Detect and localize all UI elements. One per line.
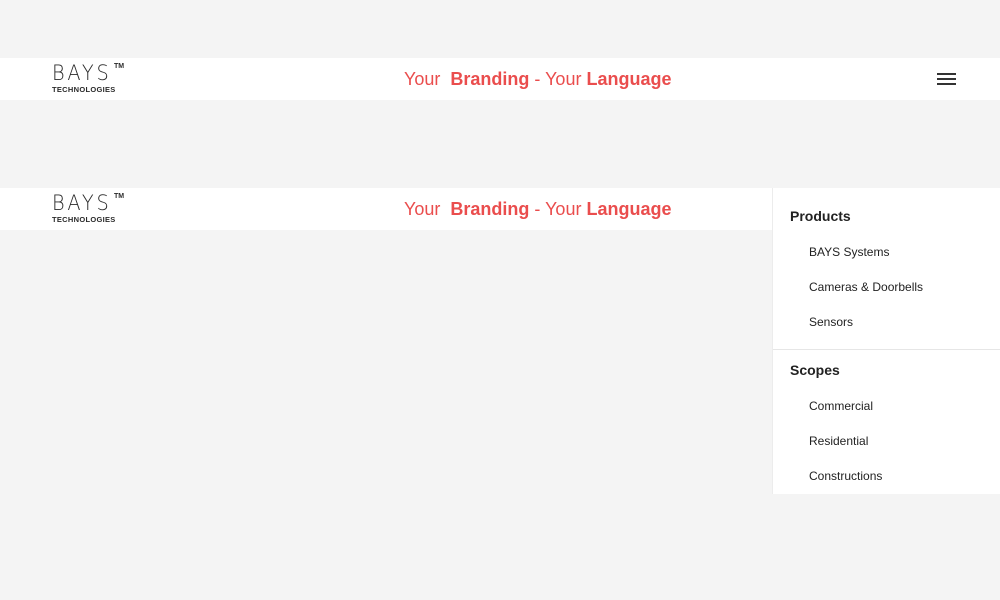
tagline-part-2: Branding bbox=[450, 199, 530, 219]
header-closed: BAYS TM TECHNOLOGIES Your Branding - You… bbox=[0, 58, 1000, 100]
header-open: BAYS TM TECHNOLOGIES Your Branding - You… bbox=[0, 188, 772, 230]
hamburger-menu-icon[interactable] bbox=[937, 72, 956, 86]
menu-bar bbox=[937, 73, 956, 75]
tagline-part-4: Language bbox=[586, 199, 672, 219]
logo-subtitle: TECHNOLOGIES bbox=[52, 85, 116, 94]
menu-item-sensors[interactable]: Sensors bbox=[809, 315, 853, 329]
products-title: Products bbox=[790, 208, 851, 224]
bays-logo[interactable]: BAYS TM TECHNOLOGIES bbox=[52, 62, 132, 96]
tagline-part-4: Language bbox=[586, 69, 672, 89]
menu-bar bbox=[937, 78, 956, 80]
tagline: Your Branding - Your Language bbox=[404, 198, 671, 220]
tagline-part-1: Your bbox=[404, 69, 441, 89]
tagline: Your Branding - Your Language bbox=[404, 68, 671, 90]
menu-bar bbox=[937, 83, 956, 85]
tagline-part-1: Your bbox=[404, 199, 441, 219]
logo-wordmark: BAYS bbox=[52, 191, 112, 215]
menu-item-commercial[interactable]: Commercial bbox=[809, 399, 873, 413]
products-section: Products BAYS Systems Cameras & Doorbell… bbox=[773, 188, 1000, 350]
scopes-title: Scopes bbox=[790, 362, 840, 378]
scopes-section: Scopes Commercial Residential Constructi… bbox=[773, 350, 1000, 494]
menu-item-cameras-doorbells[interactable]: Cameras & Doorbells bbox=[809, 280, 923, 294]
logo-wordmark: BAYS bbox=[52, 61, 112, 85]
logo-trademark: TM bbox=[114, 193, 125, 200]
tagline-part-3: - Your bbox=[534, 69, 582, 89]
menu-item-bays-systems[interactable]: BAYS Systems bbox=[809, 245, 889, 259]
bays-logo[interactable]: BAYS TM TECHNOLOGIES bbox=[52, 192, 132, 226]
menu-item-constructions[interactable]: Constructions bbox=[809, 469, 882, 483]
logo-subtitle: TECHNOLOGIES bbox=[52, 215, 116, 224]
tagline-part-2: Branding bbox=[450, 69, 530, 89]
side-menu: Products BAYS Systems Cameras & Doorbell… bbox=[772, 188, 1000, 494]
tagline-part-3: - Your bbox=[534, 199, 582, 219]
logo-trademark: TM bbox=[114, 63, 125, 70]
menu-item-residential[interactable]: Residential bbox=[809, 434, 868, 448]
